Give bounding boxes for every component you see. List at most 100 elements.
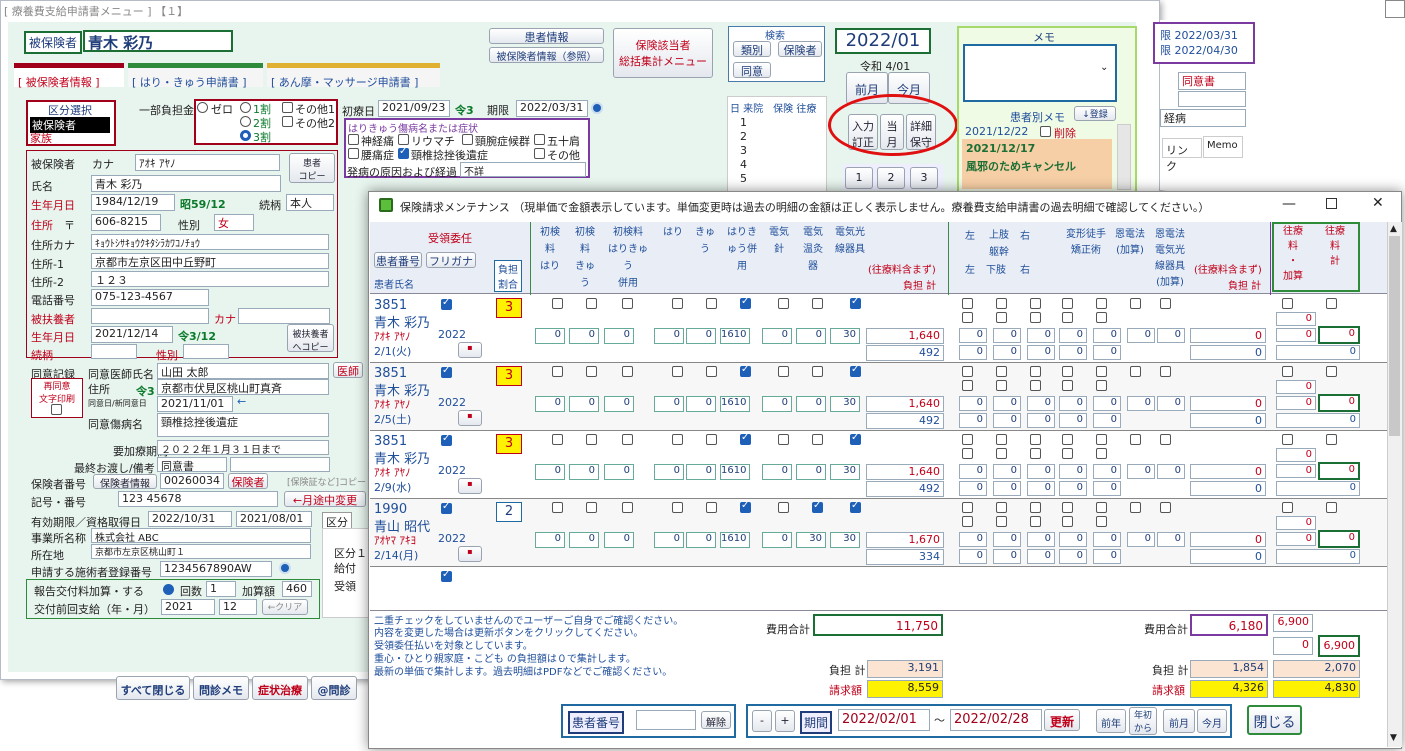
insurer-copy[interactable]: [保険証など]コピー [287, 475, 366, 488]
doctor-button[interactable]: 医師 [333, 362, 363, 378]
right-qty[interactable]: 0 [1157, 396, 1185, 411]
right-checkbox[interactable] [996, 434, 1007, 445]
right-qty[interactable]: 0 [993, 532, 1021, 547]
right-qty[interactable]: 0 [993, 345, 1021, 360]
right-checkbox[interactable] [1096, 448, 1107, 459]
service-checkbox[interactable] [850, 364, 861, 377]
service-checkbox[interactable] [812, 500, 823, 513]
f-prev-y[interactable]: 2021 [161, 599, 215, 615]
qty-field[interactable]: 0 [686, 396, 716, 412]
right-qty[interactable]: 0 [1157, 328, 1185, 343]
f-prev-m[interactable]: 12 [219, 599, 257, 615]
f-addr2[interactable]: １２３ [91, 271, 329, 287]
right-qty[interactable]: 0 [1093, 481, 1121, 496]
f-need-period[interactable]: ２０２２年１月３１日まで [157, 440, 329, 455]
right-qty[interactable]: 0 [1059, 549, 1087, 564]
service-checkbox[interactable] [706, 502, 717, 513]
scroll-down-icon[interactable]: ▼ [1390, 733, 1397, 743]
right-checkbox[interactable] [1160, 298, 1171, 309]
service-checkbox[interactable] [778, 366, 789, 377]
service-checkbox[interactable] [740, 364, 751, 377]
right-qty[interactable]: 0 [1093, 549, 1121, 564]
furigana-sort-button[interactable]: フリガナ [426, 252, 476, 268]
radio-1wari[interactable] [240, 102, 251, 113]
qty-field[interactable]: 0 [654, 396, 684, 412]
outpatient-fee[interactable]: 0 [1276, 532, 1316, 546]
consign-checkbox[interactable] [441, 433, 452, 446]
bottom-tab-symptom[interactable]: 症状治療 [252, 676, 308, 700]
outpatient-fee[interactable]: 0 [1276, 380, 1316, 394]
radio-2wari[interactable] [240, 116, 251, 127]
outpatient-checkbox[interactable] [1326, 434, 1337, 445]
qty-field[interactable]: 0 [569, 328, 599, 344]
service-checkbox[interactable] [672, 434, 683, 445]
qty-field[interactable]: 0 [535, 328, 565, 344]
right-qty[interactable]: 0 [959, 396, 987, 411]
year-start-button[interactable]: 年初 から [1129, 707, 1157, 735]
insurer-info-button[interactable]: 保険者情報 [93, 474, 157, 490]
service-checkbox[interactable] [850, 296, 861, 309]
qty-field[interactable]: 0 [654, 464, 684, 480]
service-checkbox[interactable] [850, 500, 861, 513]
f-sex2[interactable] [183, 344, 229, 359]
num-2-button[interactable]: 2 [877, 167, 905, 189]
right-qty[interactable]: 0 [1127, 532, 1155, 547]
detail-button[interactable]: ▪ [458, 410, 482, 426]
f-ins-no[interactable]: 00260034 [160, 473, 224, 489]
right-checkbox[interactable] [962, 434, 973, 445]
consign-checkbox[interactable] [441, 365, 452, 378]
f-name[interactable]: 青木 彩乃 [91, 175, 281, 192]
right-qty[interactable]: 0 [993, 396, 1021, 411]
period-minus-button[interactable]: - [752, 710, 772, 732]
right-qty[interactable]: 0 [993, 328, 1021, 343]
f-rel2[interactable] [91, 344, 137, 359]
qty-field[interactable]: 0 [686, 464, 716, 480]
right-qty[interactable]: 0 [1093, 328, 1121, 343]
close-icon[interactable]: ✕ [1372, 195, 1384, 211]
detail-button[interactable]: ▪ [458, 546, 482, 562]
right-qty[interactable]: 0 [1093, 532, 1121, 547]
copy-dependent-button[interactable]: 被扶養者 へコピー [287, 324, 334, 353]
right-qty[interactable]: 0 [959, 413, 987, 428]
right-checkbox[interactable] [1062, 502, 1073, 513]
right-qty[interactable]: 0 [959, 481, 987, 496]
right-checkbox[interactable] [1130, 502, 1141, 513]
tab-anma-massage[interactable]: [ あん摩・マッサージ申請書 ] [267, 63, 440, 89]
right-checkbox[interactable] [1096, 380, 1107, 391]
right-qty[interactable]: 0 [993, 549, 1021, 564]
service-checkbox[interactable] [622, 434, 633, 445]
service-checkbox[interactable] [586, 502, 597, 513]
qty-field[interactable]: 0 [686, 328, 716, 344]
f-addr3[interactable]: 京都市伏見区桃山町真斉 [157, 379, 329, 395]
qty-field[interactable]: 0 [762, 396, 792, 412]
tab-hari-kyu[interactable]: [ はり・きゅう申請書 ] [128, 63, 263, 89]
right-consent-select[interactable]: 同意書 [1178, 72, 1246, 90]
f-valid[interactable]: 2022/10/31 [148, 511, 232, 527]
f-birth[interactable]: 1984/12/19 [91, 194, 175, 211]
qty-field[interactable]: 0 [569, 396, 599, 412]
service-checkbox[interactable] [706, 298, 717, 309]
right-illness-select[interactable]: 経病 [1160, 109, 1246, 127]
this-month-dlg-button[interactable]: 今月 [1197, 709, 1227, 733]
report-dot[interactable] [163, 584, 174, 595]
deadline-dot[interactable] [591, 102, 603, 114]
qty-field[interactable]: 0 [796, 464, 826, 480]
patient-info-button[interactable]: 患者情報 [489, 28, 604, 44]
outpatient-checkbox[interactable] [1282, 434, 1293, 445]
right-checkbox[interactable] [1160, 502, 1171, 513]
right-qty[interactable]: 0 [993, 464, 1021, 479]
right-qty[interactable]: 0 [1093, 413, 1121, 428]
qty-field[interactable]: 0 [796, 328, 826, 344]
f-rel[interactable]: 本人 [286, 194, 334, 211]
service-checkbox[interactable] [552, 366, 563, 377]
qty-field[interactable]: 0 [569, 532, 599, 548]
f-final2[interactable] [230, 457, 330, 472]
deadline-input[interactable]: 2022/03/31 [516, 100, 588, 117]
arrow-left-icon[interactable]: ← [237, 395, 246, 408]
f-sym[interactable]: 123 45678 [118, 491, 278, 507]
f-biz[interactable]: 株式会社 ABC [91, 528, 311, 543]
right-qty[interactable]: 0 [1027, 464, 1055, 479]
f-acq[interactable]: 2021/08/01 [236, 511, 312, 527]
service-checkbox[interactable] [778, 434, 789, 445]
right-qty[interactable]: 0 [1127, 396, 1155, 411]
